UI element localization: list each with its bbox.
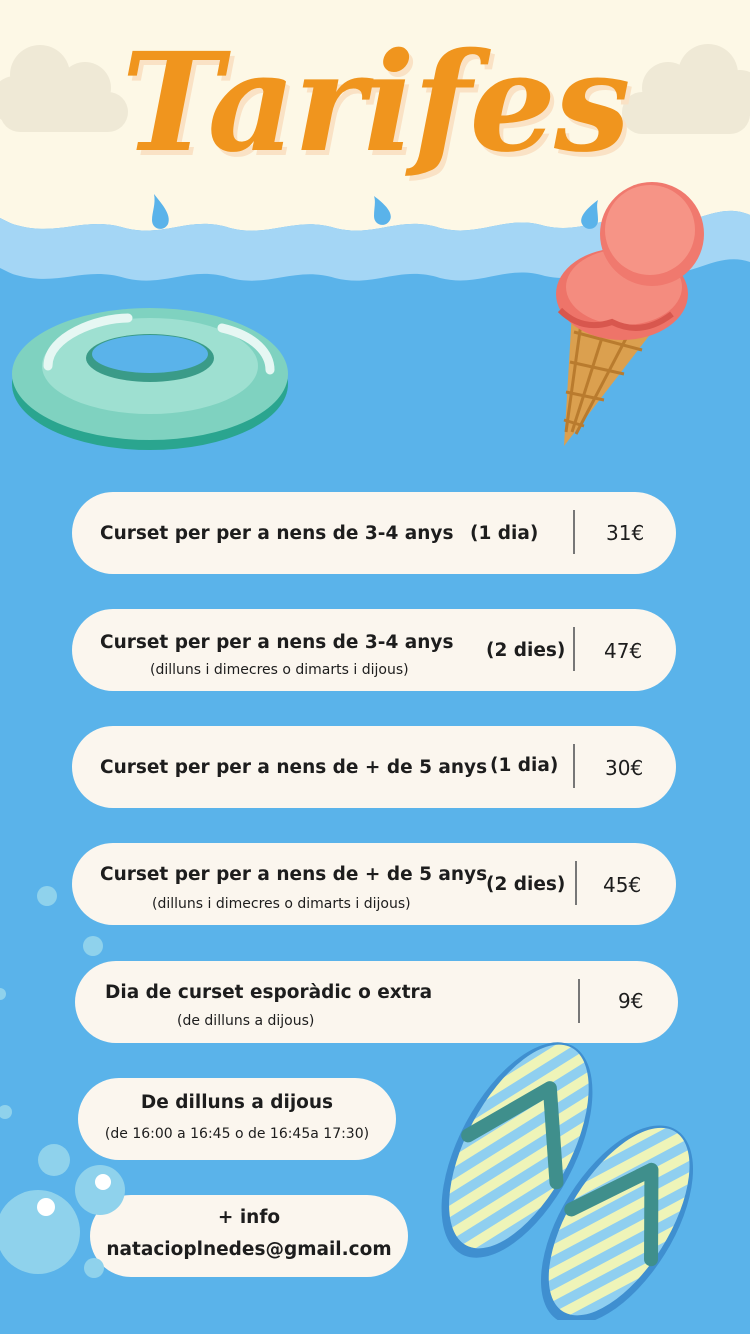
- ice-cream-icon: [556, 182, 704, 446]
- rate-days: (1 dia): [490, 755, 559, 776]
- divider: [573, 627, 575, 671]
- contact-card: + info natacioplnedes@gmail.com: [90, 1195, 408, 1277]
- rate-days: (2 dies): [486, 874, 566, 895]
- rate-card: Curset per per a nens de 3-4 anys (dillu…: [72, 609, 676, 691]
- rates-poster: Tarifes Curset per per a nens de 3-4 any…: [0, 0, 750, 1334]
- rate-title: Dia de curset esporàdic o extra: [105, 982, 433, 1003]
- rate-title: Curset per per a nens de 3-4 anys: [100, 523, 454, 544]
- contact-email[interactable]: natacioplnedes@gmail.com: [90, 1239, 408, 1260]
- rate-price: 31€: [606, 521, 645, 545]
- rate-subtitle: (dilluns i dimecres o dimarts i dijous): [152, 896, 411, 912]
- rate-days: (2 dies): [486, 640, 566, 661]
- rate-price: 45€: [603, 873, 642, 897]
- rate-title: Curset per per a nens de + de 5 anys: [100, 864, 488, 885]
- rate-card: Curset per per a nens de + de 5 anys (1 …: [72, 726, 676, 808]
- divider: [573, 744, 575, 788]
- page-title: Tarifes: [121, 23, 630, 183]
- water-drop-icon: [152, 194, 169, 229]
- rate-card: Curset per per a nens de 3-4 anys (1 dia…: [72, 492, 676, 574]
- rate-days: (1 dia): [470, 523, 539, 544]
- rate-price: 47€: [604, 639, 643, 663]
- rate-price: 30€: [605, 756, 644, 780]
- flip-flops-icon: [441, 1042, 694, 1320]
- contact-label: + info: [217, 1207, 281, 1228]
- rate-subtitle: (dilluns i dimecres o dimarts i dijous): [150, 662, 409, 678]
- divider: [578, 979, 580, 1023]
- rate-title: Curset per per a nens de 3-4 anys: [100, 632, 454, 653]
- rate-card: Dia de curset esporàdic o extra (de dill…: [75, 961, 678, 1043]
- divider: [575, 861, 577, 905]
- rate-title: Curset per per a nens de + de 5 anys: [100, 757, 488, 778]
- divider: [573, 510, 575, 554]
- swim-ring-icon: [12, 308, 288, 450]
- rate-subtitle: (de dilluns a dijous): [177, 1013, 315, 1029]
- rate-card: Curset per per a nens de + de 5 anys (di…: [72, 843, 676, 925]
- bubbles-icon: [0, 886, 125, 1278]
- water-drop-icon: [374, 196, 391, 225]
- rate-price: 9€: [618, 989, 644, 1013]
